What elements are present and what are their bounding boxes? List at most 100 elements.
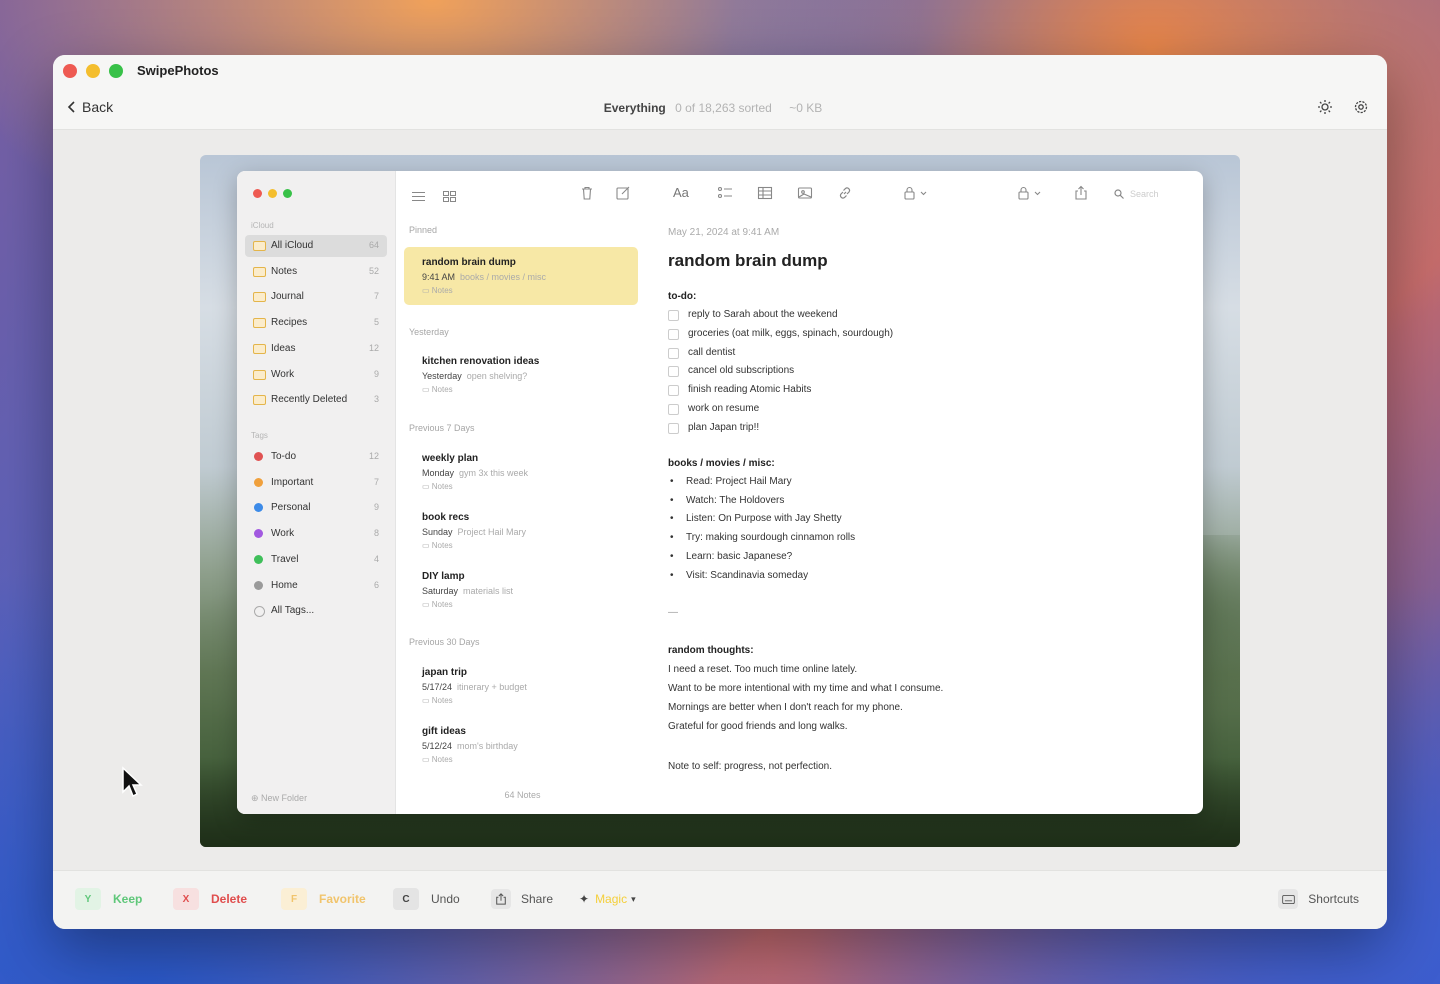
- tag-label: Personal: [271, 502, 311, 514]
- photo-preview[interactable]: iCloud All iCloud 64 Notes 52 Journal 7 Recipe…: [200, 155, 1240, 847]
- tag-dot-icon: [254, 503, 263, 513]
- sidebar-folder[interactable]: Ideas 12: [245, 338, 387, 360]
- tag-count: 6: [373, 579, 379, 590]
- tag-dot-icon: [254, 580, 263, 590]
- undo-label: Undo: [431, 892, 460, 906]
- all-tags-icon: [254, 606, 265, 618]
- folder-icon: [253, 241, 266, 251]
- tag-dot-icon: [254, 529, 263, 539]
- keep-button[interactable]: Y Keep: [75, 888, 142, 910]
- sidebar-folder[interactable]: Journal 7: [245, 286, 387, 308]
- note-item-title: japan trip: [422, 667, 468, 678]
- sidebar-folder[interactable]: All iCloud 64: [245, 235, 387, 257]
- app-window: SwipePhotos Back Everything 0 of 18,263 …: [53, 55, 1387, 929]
- note-item-preview: open shelving?: [466, 371, 528, 381]
- filter-label[interactable]: Everything: [604, 101, 666, 115]
- minimize-button[interactable]: [86, 64, 100, 78]
- sidebar-tag[interactable]: Work 8: [245, 523, 387, 545]
- sidebar-tag[interactable]: To-do 12: [245, 446, 387, 468]
- folder-icon: [253, 292, 266, 303]
- note-list-item[interactable]: gift ideas 5/12/24 mom's birthday ▭ Notes: [404, 716, 638, 774]
- tag-label: Work: [271, 528, 295, 540]
- folder-icon: ▭: [422, 541, 432, 550]
- notes-minimize-dot: [268, 189, 277, 198]
- sidebar-tag[interactable]: Important 7: [245, 472, 387, 494]
- group-yesterday: Yesterday: [409, 327, 449, 337]
- tag-count: 12: [368, 451, 379, 461]
- thoughts-heading: random thoughts:: [668, 645, 754, 656]
- note-list-item[interactable]: book recs Sunday Project Hail Mary ▭ Notes: [404, 502, 638, 560]
- note-item-preview: books / movies / misc: [460, 272, 547, 282]
- todo-text: finish reading Atomic Habits: [688, 384, 812, 396]
- folder-label: Recently Deleted: [271, 394, 348, 406]
- note-item-folder: ▭ Notes: [422, 541, 453, 550]
- sidebar-folder[interactable]: Recently Deleted 3: [245, 389, 387, 411]
- checkbox-icon: [668, 385, 679, 397]
- sidebar-tag[interactable]: Home 6: [245, 575, 387, 597]
- todo-text: work on resume: [688, 403, 760, 414]
- tag-dot-icon: [254, 452, 263, 461]
- folder-icon: ▭: [422, 696, 432, 705]
- folder-count: 5: [373, 317, 379, 328]
- bullet-text: Read: Project Hail Mary: [686, 476, 792, 487]
- bullet-dot-icon: •: [670, 494, 674, 506]
- folder-label: Work: [271, 368, 295, 380]
- zoom-button[interactable]: [109, 64, 123, 78]
- notes-sidebar: iCloud All iCloud 64 Notes 52 Journal 7 Recipe…: [237, 171, 396, 814]
- bullet-text: Visit: Scandinavia someday: [686, 569, 809, 581]
- note-item-folder-label: Notes: [431, 286, 453, 295]
- progress-text: 0 of 18,263 sorted: [675, 101, 772, 115]
- note-list-item[interactable]: DIY lamp Saturday materials list ▭ Notes: [404, 561, 638, 619]
- note-editor: May 21, 2024 at 9:41 AM random brain dum…: [668, 171, 1203, 814]
- sidebar-folder[interactable]: Notes 52: [245, 261, 387, 283]
- sidebar-folder[interactable]: Work 9: [245, 364, 387, 386]
- bullet-text: Try: making sourdough cinnamon rolls: [686, 532, 856, 544]
- trash-icon: [579, 185, 595, 201]
- note-item-time: 5/12/24: [422, 741, 453, 751]
- checkbox-icon: [668, 366, 679, 378]
- checkbox-icon: [668, 328, 679, 340]
- sidebar-tag[interactable]: Travel 4: [245, 549, 387, 571]
- note-list-item[interactable]: kitchen renovation ideas Yesterday open sh…: [404, 346, 638, 404]
- delete-button[interactable]: X Delete: [173, 888, 247, 910]
- undo-button[interactable]: C Undo: [393, 888, 460, 910]
- notes-count: 64 Notes: [504, 790, 541, 800]
- close-button[interactable]: [63, 64, 77, 78]
- sidebar-tag[interactable]: All Tags...: [245, 600, 387, 622]
- share-button[interactable]: Share: [491, 888, 553, 910]
- tag-label: All Tags...: [271, 605, 315, 617]
- gear-icon[interactable]: [1353, 99, 1369, 115]
- note-item-meta: Yesterday open shelving?: [422, 371, 527, 381]
- note-list-item[interactable]: weekly plan Monday gym 3x this week ▭ Notes: [404, 443, 638, 501]
- note-list-item[interactable]: random brain dump 9:41 AM books / movies /…: [404, 247, 638, 305]
- folder-icon: [253, 318, 266, 329]
- bullet-text: Learn: basic Japanese?: [686, 550, 793, 562]
- sidebar-folder[interactable]: Recipes 5: [245, 312, 387, 334]
- favorite-label: Favorite: [319, 892, 366, 906]
- thought-line: I need a reset. Too much time online lat…: [668, 664, 858, 675]
- checkbox-icon: [668, 310, 679, 321]
- note-item-title: gift ideas: [422, 726, 466, 737]
- sidebar-tag[interactable]: Personal 9: [245, 497, 387, 519]
- bullet-dot-icon: •: [670, 513, 674, 525]
- folder-count: 9: [373, 368, 379, 379]
- shortcuts-button[interactable]: Shortcuts: [1278, 888, 1359, 910]
- notes-app-screenshot: iCloud All iCloud 64 Notes 52 Journal 7 Recipe…: [237, 171, 1203, 814]
- magic-menu-button[interactable]: ✦ Magic ▾: [579, 888, 636, 910]
- note-item-folder-label: Notes: [431, 696, 453, 705]
- favorite-button[interactable]: F Favorite: [281, 888, 366, 910]
- note-item-folder: ▭ Notes: [422, 600, 453, 609]
- note-list-item[interactable]: japan trip 5/17/24 itinerary + budget ▭ Not…: [404, 657, 638, 715]
- folder-icon: ▭: [422, 385, 432, 394]
- folder-icon: [253, 395, 266, 406]
- notes-window-controls: [253, 189, 292, 198]
- folder-icon: ▭: [422, 600, 432, 609]
- note-item-title: book recs: [422, 512, 470, 523]
- note-item-preview: materials list: [463, 586, 514, 596]
- bullet-text: Listen: On Purpose with Jay Shetty: [686, 513, 842, 525]
- note-item-time: 5/17/24: [422, 682, 453, 692]
- sun-icon[interactable]: [1317, 99, 1333, 115]
- todo-text: cancel old subscriptions: [688, 365, 795, 377]
- note-item-folder-label: Notes: [431, 541, 453, 550]
- tag-count: 4: [373, 553, 379, 564]
